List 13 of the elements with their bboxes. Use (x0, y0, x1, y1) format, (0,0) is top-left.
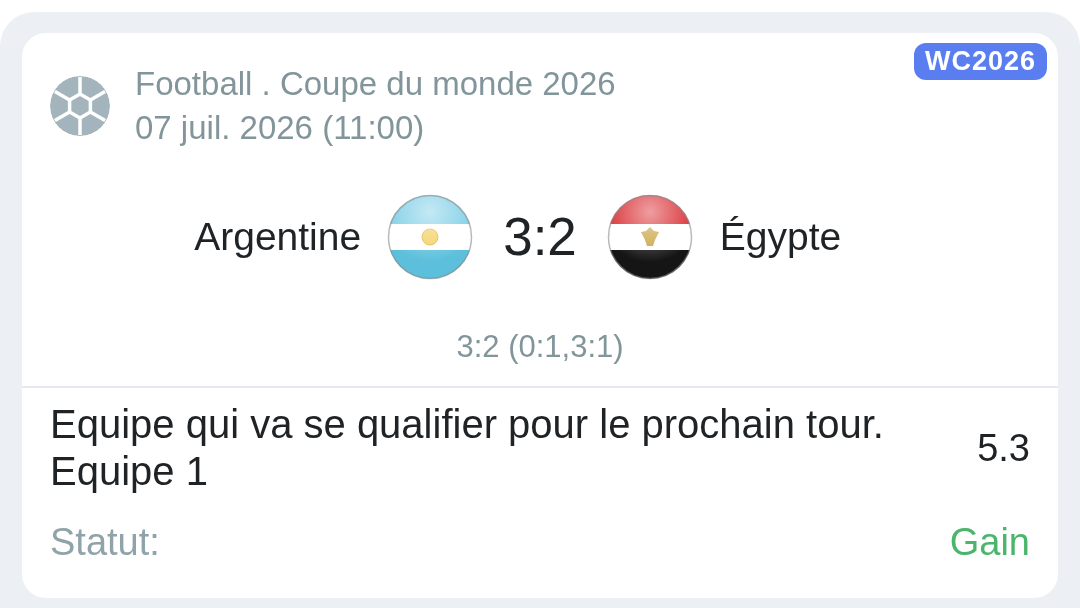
soccer-ball-icon (50, 76, 110, 136)
bet-outcome: Equipe 1 (50, 448, 209, 495)
match-score: 3:2 (503, 208, 577, 266)
status-value: Gain (949, 521, 1030, 563)
bet-odds: 5.3 (977, 426, 1030, 471)
team-name: Argentine (194, 214, 362, 260)
bet-market: Equipe qui va se qualifier pour le prochain tour. (50, 401, 884, 448)
score-detail: 3:2 (0:1,3:1) (456, 328, 624, 366)
status-label: Statut: (50, 521, 160, 563)
match-date: 07 juil. 2026 (11:00) (135, 108, 426, 148)
tournament-tag: WC2026 (913, 43, 1047, 80)
competition-label: Football . Coupe du monde 2026 (135, 64, 616, 104)
team-name: Égypte (719, 214, 842, 260)
